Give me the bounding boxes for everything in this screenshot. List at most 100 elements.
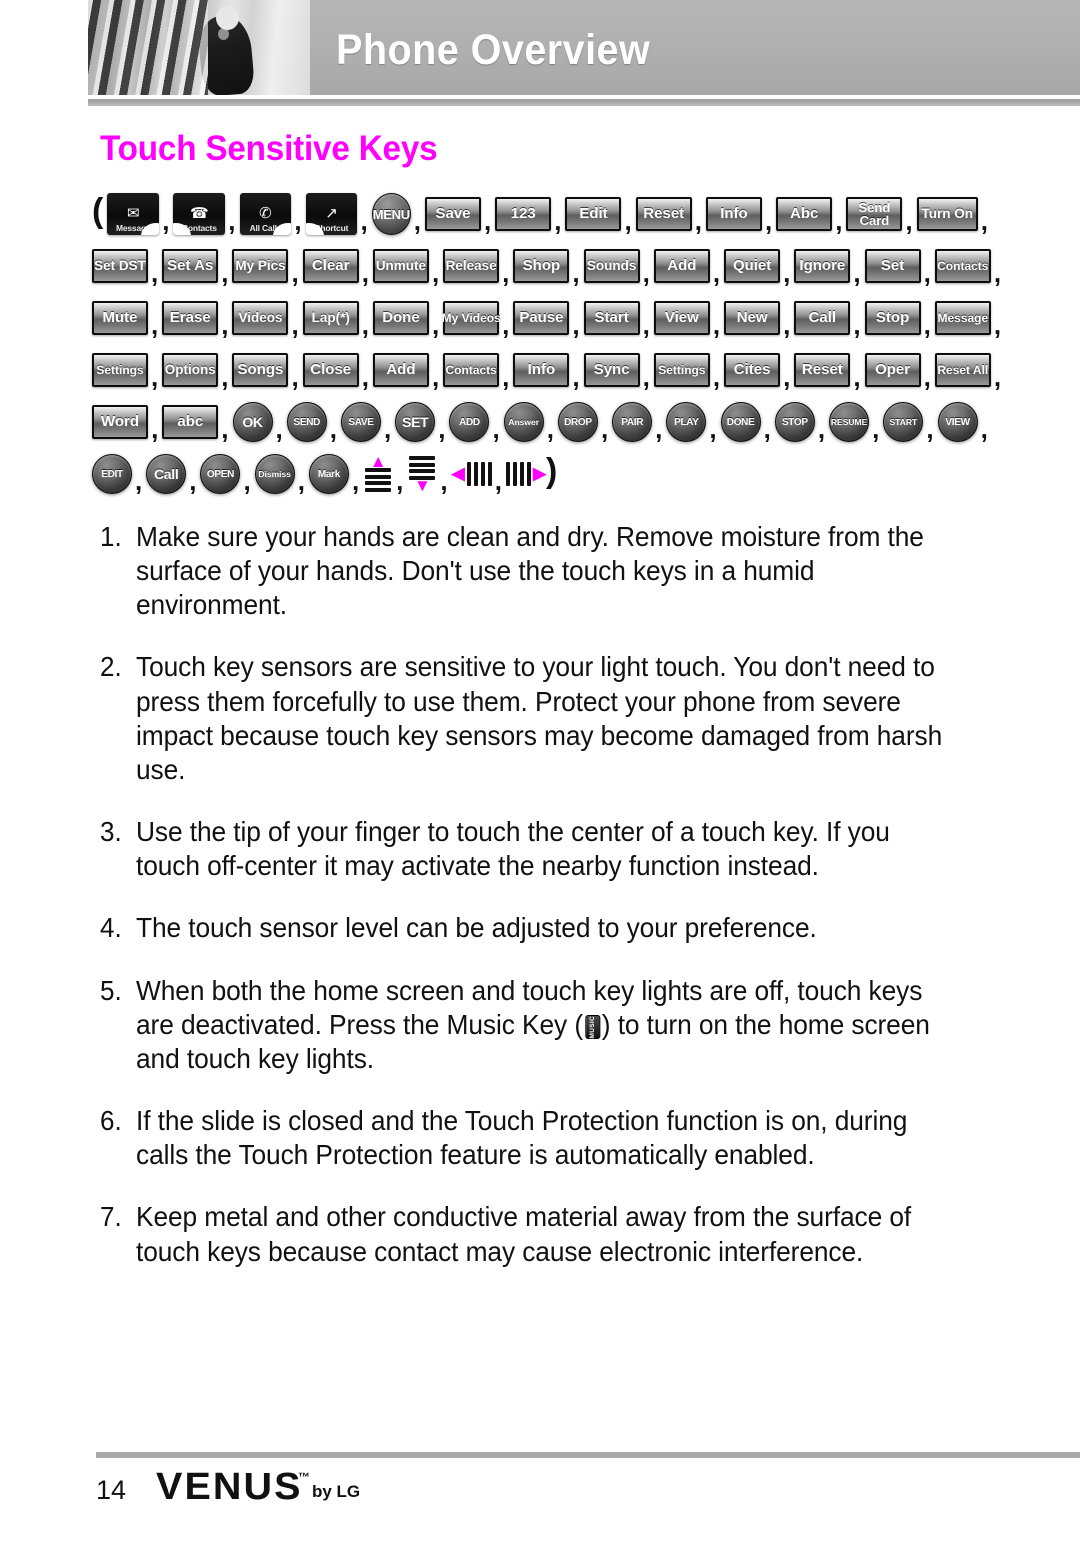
touch-key-message[interactable]: Message bbox=[934, 301, 991, 335]
touch-key-contacts[interactable]: ☎ Contacts bbox=[173, 193, 226, 235]
touch-key-all-calls[interactable]: ✆ All Calls bbox=[239, 193, 292, 235]
touch-key-row: Settings, Options, Songs, Close, Add, Contact… bbox=[92, 346, 1001, 394]
touch-key-shop[interactable]: Shop bbox=[513, 249, 570, 283]
touch-key-close[interactable]: Close bbox=[302, 353, 359, 387]
key-separator: , bbox=[413, 206, 422, 236]
touch-key-call[interactable]: Call bbox=[146, 454, 187, 494]
touch-key-reset[interactable]: Reset bbox=[794, 353, 851, 387]
touch-key-reset[interactable]: Reset bbox=[635, 197, 692, 231]
list-item-text: If the slide is closed and the Touch Pro… bbox=[136, 1105, 908, 1171]
key-separator: , bbox=[980, 414, 988, 444]
touch-key-quiet[interactable]: Quiet bbox=[724, 249, 781, 283]
touch-key-mark[interactable]: Mark bbox=[308, 454, 349, 494]
touch-key-stop[interactable]: STOP bbox=[774, 402, 815, 442]
touch-key-pause[interactable]: Pause bbox=[513, 301, 570, 335]
touch-key-set[interactable]: SET bbox=[395, 402, 436, 442]
touch-key-options[interactable]: Options bbox=[162, 353, 219, 387]
key-separator: , bbox=[572, 310, 580, 340]
touch-key-start[interactable]: Start bbox=[583, 301, 640, 335]
touch-key-resume[interactable]: RESUME bbox=[829, 402, 870, 442]
touch-key-set-as[interactable]: Set As bbox=[162, 249, 219, 283]
touch-key-edit[interactable]: Edit bbox=[565, 197, 622, 231]
touch-key-songs[interactable]: Songs bbox=[232, 353, 289, 387]
touch-key-set[interactable]: Set bbox=[864, 249, 921, 283]
touch-key-start[interactable]: START bbox=[883, 402, 924, 442]
touch-key-sounds[interactable]: Sounds bbox=[583, 249, 640, 283]
key-separator: , bbox=[502, 258, 510, 288]
key-separator: , bbox=[275, 414, 283, 444]
touch-key-add[interactable]: Add bbox=[653, 249, 710, 283]
touch-key-abc[interactable]: Abc bbox=[776, 197, 833, 231]
touch-key-drop[interactable]: DROP bbox=[557, 402, 598, 442]
touch-key-dismiss[interactable]: Dismiss bbox=[254, 454, 295, 494]
touch-key-save[interactable]: SAVE bbox=[341, 402, 381, 442]
touch-key-contacts[interactable]: Contacts bbox=[934, 249, 991, 283]
touch-key-menu[interactable]: MENU bbox=[371, 193, 411, 235]
key-separator: , bbox=[221, 258, 229, 288]
touch-key-done[interactable]: DONE bbox=[720, 402, 761, 442]
volume-up-key[interactable]: ▲ bbox=[363, 452, 393, 496]
key-separator: , bbox=[431, 258, 440, 288]
close-paren: ) bbox=[546, 452, 558, 490]
touch-key-clear[interactable]: Clear bbox=[302, 249, 359, 283]
touch-key-info[interactable]: Info bbox=[513, 353, 570, 387]
key-separator: , bbox=[655, 414, 663, 444]
touch-key-add[interactable]: ADD bbox=[449, 402, 490, 442]
touch-key-oper[interactable]: Oper bbox=[864, 353, 921, 387]
touch-key-pair[interactable]: PAIR bbox=[612, 402, 653, 442]
touch-key-info[interactable]: Info bbox=[705, 197, 762, 231]
touch-key-turn-on[interactable]: Turn On bbox=[916, 197, 978, 231]
next-track-key[interactable]: ▶ bbox=[505, 452, 546, 496]
key-separator: , bbox=[291, 362, 299, 392]
touch-key-view[interactable]: View bbox=[653, 301, 710, 335]
touch-key-unmute[interactable]: Unmute bbox=[372, 249, 429, 283]
touch-key-my-videos[interactable]: My Videos bbox=[442, 301, 501, 335]
key-separator: , bbox=[294, 206, 302, 236]
volume-down-key[interactable]: ▼ bbox=[407, 452, 437, 496]
touch-key-123[interactable]: 123 bbox=[495, 197, 552, 231]
touch-key-edit[interactable]: EDIT bbox=[92, 454, 132, 494]
touch-key-videos[interactable]: Videos bbox=[232, 301, 289, 335]
touch-key-add[interactable]: Add bbox=[372, 353, 429, 387]
touch-key-shortcut[interactable]: ↗ Shortcut bbox=[305, 193, 358, 235]
touch-key-label: Card bbox=[859, 213, 890, 228]
touch-key-label: All Calls bbox=[249, 222, 282, 233]
touch-key-done[interactable]: Done bbox=[372, 301, 429, 335]
touch-key-message[interactable]: ✉ Message bbox=[107, 193, 160, 235]
key-separator: , bbox=[783, 258, 791, 288]
touch-key-set-dst[interactable]: Set DST bbox=[92, 249, 148, 283]
touch-key-new[interactable]: New bbox=[724, 301, 781, 335]
touch-key-save[interactable]: Save bbox=[425, 197, 482, 231]
touch-key-stop[interactable]: Stop bbox=[864, 301, 921, 335]
touch-key-call[interactable]: Call bbox=[794, 301, 851, 335]
touch-key-send-card[interactable]: Send Card bbox=[846, 197, 903, 231]
touch-key-lap-[interactable]: Lap(*) bbox=[302, 301, 359, 335]
music-key-icon: MUSIC bbox=[584, 1015, 600, 1040]
touch-key-my-pics[interactable]: My Pics bbox=[232, 249, 289, 283]
touch-key-settings[interactable]: Settings bbox=[653, 353, 710, 387]
touch-key-erase[interactable]: Erase bbox=[162, 301, 219, 335]
touch-key-view[interactable]: VIEW bbox=[937, 402, 978, 442]
touch-key-contacts[interactable]: Contacts bbox=[443, 353, 500, 387]
key-separator: , bbox=[221, 414, 229, 444]
header-divider-highlight bbox=[88, 106, 1080, 108]
touch-key-settings[interactable]: Settings bbox=[92, 353, 148, 387]
touch-key-reset-all[interactable]: Reset All bbox=[934, 353, 991, 387]
touch-key-mute[interactable]: Mute bbox=[92, 301, 148, 335]
key-separator: , bbox=[923, 362, 931, 392]
key-separator: , bbox=[189, 466, 197, 496]
touch-key-release[interactable]: Release bbox=[443, 249, 500, 283]
touch-key-ignore[interactable]: Ignore bbox=[794, 249, 851, 283]
touch-key-cites[interactable]: Cites bbox=[724, 353, 781, 387]
key-separator: , bbox=[712, 258, 721, 288]
touch-key-play[interactable]: PLAY bbox=[666, 402, 707, 442]
touch-key-abc[interactable]: abc bbox=[162, 405, 219, 439]
list-item: 3. Use the tip of your finger to touch th… bbox=[100, 815, 1000, 883]
touch-key-ok[interactable]: OK bbox=[232, 402, 273, 442]
touch-key-answer[interactable]: Answer bbox=[503, 402, 544, 442]
touch-key-sync[interactable]: Sync bbox=[583, 353, 640, 387]
touch-key-word[interactable]: Word bbox=[92, 405, 149, 439]
previous-track-key[interactable]: ◀ bbox=[452, 452, 492, 496]
touch-key-open[interactable]: OPEN bbox=[200, 454, 241, 494]
touch-key-send[interactable]: SEND bbox=[286, 402, 327, 442]
